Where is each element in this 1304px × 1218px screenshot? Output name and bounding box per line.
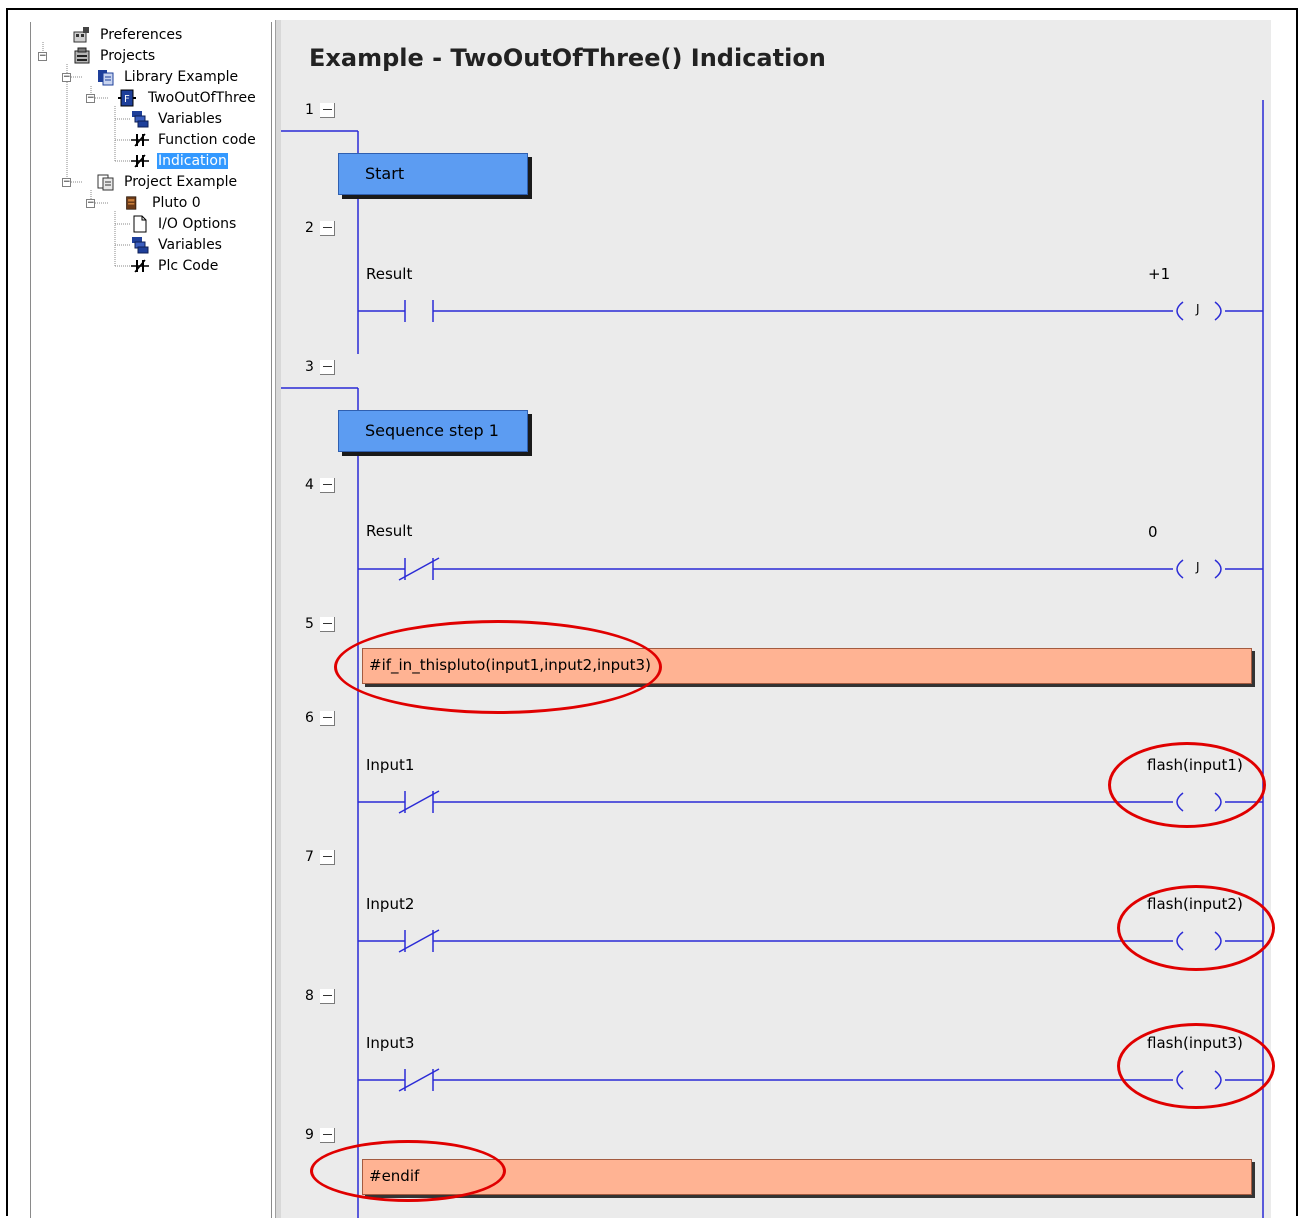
tree-collapse-toggle[interactable]: − [62,73,71,82]
function-block-icon: F [118,89,136,106]
sequence-step-1[interactable]: Sequence step 1 [338,410,528,452]
rung-collapse-icon[interactable] [319,710,335,726]
preferences-icon [73,26,89,42]
rung-number[interactable]: 2 [305,220,335,236]
rung-collapse-icon[interactable] [319,220,335,236]
tree-item-label: Library Example [124,68,239,85]
contact-label-input2[interactable]: Input2 [366,895,414,913]
tree-item-variables[interactable]: Variables [131,108,223,129]
contact-label-input3[interactable]: Input3 [366,1034,414,1052]
tree-collapse-toggle[interactable]: − [86,94,95,103]
tree-item-label: Projects [100,47,156,64]
tree-item-io-options[interactable]: I/O Options [131,213,237,234]
rung-number[interactable]: 5 [305,616,335,632]
rung-collapse-icon[interactable] [319,1127,335,1143]
tree-collapse-toggle[interactable]: − [86,199,95,208]
ladder-code-icon [131,154,149,167]
coil-label-flash-input1[interactable]: flash(input1) [1147,756,1243,774]
preprocessor-if-directive[interactable]: #if_in_thispluto(input1,input2,input3) [362,648,1252,684]
contact-label-input1[interactable]: Input1 [366,756,414,774]
contact-label-result[interactable]: Result [366,522,412,540]
ladder-editor[interactable]: Example - TwoOutOfThree() Indication 1 2… [281,20,1271,1218]
tree-item-projects[interactable]: Projects [73,45,156,66]
variables-icon [132,236,149,253]
rung-number[interactable]: 7 [305,849,335,865]
page-icon [133,215,147,232]
tree-item-label: Plc Code [158,257,219,274]
tree-item-twooutofthree[interactable]: F TwoOutOfThree [115,87,257,108]
rung-collapse-icon[interactable] [319,102,335,118]
tree-collapse-toggle[interactable]: − [38,52,47,61]
tree-item-project-example[interactable]: Project Example [97,171,238,192]
ladder-code-icon [131,133,149,146]
library-icon [98,69,114,85]
rung-number[interactable]: 8 [305,988,335,1004]
rung-collapse-icon[interactable] [319,849,335,865]
tree-item-label: Variables [158,236,222,253]
tree-item-label: Preferences [100,26,183,43]
tree-item-library-example[interactable]: Library Example [97,66,239,87]
tree-item-indication[interactable]: Indication [131,150,228,171]
tree-item-label: Indication [157,152,228,169]
rung-number[interactable]: 9 [305,1127,335,1143]
ladder-code-icon [131,259,149,272]
tree-item-function-code[interactable]: Function code [131,129,257,150]
tree-item-pluto-0[interactable]: Pluto 0 [125,192,202,213]
project-tree[interactable]: − − − − − Preferences Projects Library E… [30,22,272,1218]
coil-label-flash-input3[interactable]: flash(input3) [1147,1034,1243,1052]
projects-icon [74,47,90,63]
tree-item-label: Pluto 0 [152,194,201,211]
jump-coil-symbol: J [1196,560,1200,574]
jump-coil-symbol: J [1196,302,1200,316]
rung-number[interactable]: 6 [305,710,335,726]
ladder-wiring [281,100,1264,1218]
coil-value-label[interactable]: 0 [1148,523,1158,541]
rung-collapse-icon[interactable] [319,988,335,1004]
tree-collapse-toggle[interactable]: − [62,178,71,187]
rung-collapse-icon[interactable] [319,359,335,375]
rung-number[interactable]: 3 [305,359,335,375]
tree-item-variables-2[interactable]: Variables [131,234,223,255]
tree-item-label: Function code [158,131,256,148]
project-icon [97,174,114,190]
svg-text:F: F [124,94,130,105]
rung-collapse-icon[interactable] [319,616,335,632]
coil-value-label[interactable]: +1 [1148,265,1170,283]
rung-number[interactable]: 4 [305,477,335,493]
coil-label-flash-input2[interactable]: flash(input2) [1147,895,1243,913]
plc-icon [126,195,137,210]
tree-item-plc-code[interactable]: Plc Code [131,255,219,276]
rung-number[interactable]: 1 [305,102,335,118]
tree-item-preferences[interactable]: Preferences [73,24,183,45]
sequence-step-start[interactable]: Start [338,153,528,195]
tree-item-label: I/O Options [158,215,237,232]
variables-icon [132,110,149,127]
contact-label-result[interactable]: Result [366,265,412,283]
rung-collapse-icon[interactable] [319,477,335,493]
tree-item-label: Project Example [124,173,238,190]
tree-item-label: Variables [158,110,222,127]
preprocessor-endif-directive[interactable]: #endif [362,1159,1252,1195]
tree-item-label: TwoOutOfThree [148,89,256,106]
